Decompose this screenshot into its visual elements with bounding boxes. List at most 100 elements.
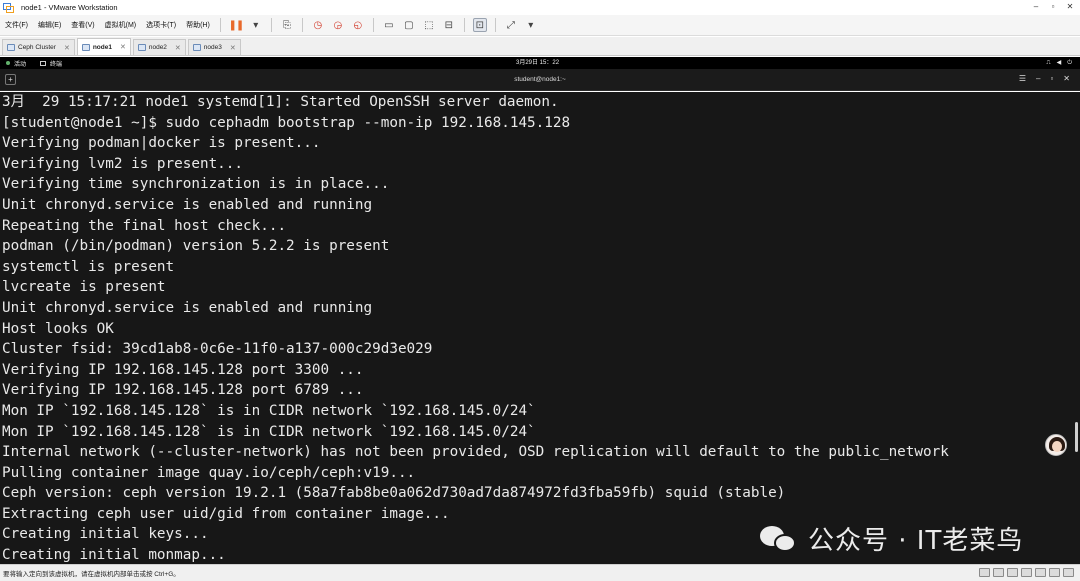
watermark: 公众号 · IT老菜鸟: [760, 520, 1023, 557]
menu-vm[interactable]: 虚拟机(M): [100, 20, 142, 30]
vm-icon: [7, 44, 15, 51]
close-icon[interactable]: ✕: [1063, 74, 1070, 83]
close-tab-icon[interactable]: ✕: [175, 44, 181, 52]
terminal-line: Mon IP `192.168.145.128` is in CIDR netw…: [2, 402, 536, 419]
app-menu-terminal[interactable]: 终端: [40, 59, 62, 68]
close-tab-icon[interactable]: ✕: [230, 44, 236, 52]
terminal-window-controls: ☰ – ▫ ✕: [1009, 74, 1070, 83]
terminal-line: 3月 29 15:17:21 node1 systemd[1]: Started…: [2, 94, 559, 110]
activities-button[interactable]: 活动: [6, 59, 26, 68]
new-tab-icon[interactable]: +: [5, 74, 16, 85]
pause-vm-icon[interactable]: ❚❚: [228, 18, 244, 32]
terminal-app-icon: [40, 60, 47, 66]
activities-label: 活动: [14, 61, 27, 68]
status-bar: 要将输入定向到该虚拟机，请在虚拟机内部单击或按 Ctrl+G。: [0, 564, 1080, 581]
close-tab-icon[interactable]: ✕: [120, 43, 126, 51]
terminal-line: lvcreate is present: [2, 279, 166, 296]
network-icon: ⎍: [1046, 60, 1051, 66]
menu-tabs[interactable]: 选项卡(T): [141, 20, 181, 30]
terminal-line: Verifying IP 192.168.145.128 port 3300 .…: [2, 361, 364, 378]
tab-label: node3: [203, 44, 222, 51]
maximize-button[interactable]: ▫: [1047, 1, 1059, 13]
hamburger-menu-icon[interactable]: ☰: [1019, 74, 1026, 83]
terminal-line: systemctl is present: [2, 258, 175, 275]
toolbar-divider: [270, 18, 272, 32]
terminal-output[interactable]: 3月 29 15:17:21 node1 systemd[1]: Started…: [0, 92, 1080, 564]
terminal-line: Cluster fsid: 39cd1ab8-0c6e-11f0-a137-00…: [2, 341, 433, 358]
stretch-guest-icon[interactable]: ⤢: [504, 18, 518, 32]
terminal-line: podman (/bin/podman) version 5.2.2 is pr…: [2, 238, 390, 255]
terminal-line: Unit chronyd.service is enabled and runn…: [2, 299, 373, 316]
terminal-line: Verifying podman|docker is present...: [2, 135, 321, 152]
tab-node2[interactable]: node2 ✕: [132, 39, 186, 55]
terminal-line: Verifying IP 192.168.145.128 port 6789 .…: [2, 382, 364, 399]
hard-disk-icon[interactable]: [979, 568, 990, 577]
tab-node3[interactable]: node3 ✕: [187, 39, 241, 55]
tab-label: Ceph Cluster: [18, 44, 56, 51]
window-title: node1 - VMware Workstation: [21, 3, 118, 12]
send-ctrl-alt-del-icon[interactable]: ⎘: [280, 18, 294, 32]
sound-card-icon[interactable]: [1035, 568, 1046, 577]
tab-label: node1: [92, 43, 112, 51]
terminal-line: Ceph version: ceph version 19.2.1 (58a7f…: [2, 485, 786, 502]
cd-drive-icon[interactable]: [993, 568, 1004, 577]
watermark-text: 公众号 · IT老菜鸟: [808, 526, 1024, 556]
console-view-icon[interactable]: ⊡: [472, 18, 487, 32]
menu-toolbar: 文件(F) 编辑(E) 查看(V) 虚拟机(M) 选项卡(T) 帮助(H) ❚❚…: [0, 15, 1080, 36]
unity-icon[interactable]: ⊟: [442, 18, 456, 32]
usb-icon[interactable]: [1021, 568, 1032, 577]
vm-icon: [192, 44, 201, 51]
window-titlebar: node1 - VMware Workstation – ▫ ✕: [0, 0, 1080, 15]
terminal-line: Unit chronyd.service is enabled and runn…: [2, 196, 373, 213]
guest-clock[interactable]: 3月29日 15：22: [516, 57, 559, 69]
volume-icon: ◀: [1056, 60, 1062, 66]
app-menu-label: 终端: [50, 61, 63, 68]
tab-node1[interactable]: node1 ✕: [76, 38, 131, 55]
thumbnail-view-icon[interactable]: ▢: [402, 18, 416, 32]
terminal-line: Verifying lvm2 is present...: [2, 155, 244, 172]
window-controls: – ▫ ✕: [1025, 1, 1076, 13]
activities-indicator-icon: [6, 61, 10, 65]
minimize-icon[interactable]: –: [1036, 74, 1040, 83]
message-log-icon[interactable]: [1063, 568, 1074, 577]
dropdown-chevron-icon[interactable]: ▾: [249, 18, 263, 32]
terminal-line: Host looks OK: [2, 320, 114, 337]
vmware-logo-icon: [3, 2, 15, 13]
toolbar-divider: [494, 18, 496, 32]
toolbar-divider: [219, 18, 221, 32]
toolbar-divider: [301, 18, 303, 32]
terminal-line: Mon IP `192.168.145.128` is in CIDR netw…: [2, 423, 536, 440]
menu-help[interactable]: 帮助(H): [181, 20, 215, 30]
tab-ceph-cluster[interactable]: Ceph Cluster ✕: [2, 39, 75, 55]
close-button[interactable]: ✕: [1064, 1, 1076, 13]
vm-tab-bar: Ceph Cluster ✕ node1 ✕ node2 ✕ node3 ✕: [0, 37, 1080, 56]
revert-snapshot-icon[interactable]: ◶: [331, 18, 345, 32]
terminal-line: Pulling container image quay.io/ceph/cep…: [2, 464, 416, 481]
snapshot-icon[interactable]: ◷: [311, 18, 325, 32]
snapshot-manager-icon[interactable]: ◵: [351, 18, 365, 32]
vm-icon: [81, 43, 90, 51]
menu-file[interactable]: 文件(F): [0, 20, 33, 30]
terminal-line: [student@node1 ~]$ sudo cephadm bootstra…: [2, 114, 571, 131]
status-text: 要将输入定向到该虚拟机，请在虚拟机内部单击或按 Ctrl+G。: [3, 571, 180, 578]
terminal-scrollbar[interactable]: [1075, 422, 1078, 452]
minimize-button[interactable]: –: [1030, 1, 1042, 13]
fullscreen-icon[interactable]: ⬚: [422, 18, 436, 32]
menu-edit[interactable]: 编辑(E): [33, 20, 66, 30]
dropdown-chevron-icon[interactable]: ▾: [524, 18, 538, 32]
network-adapter-icon[interactable]: [1007, 568, 1018, 577]
system-tray[interactable]: ⎍ ◀ ⏻: [1040, 57, 1072, 69]
wechat-logo-icon: [760, 524, 798, 554]
toolbar-divider: [463, 18, 465, 32]
maximize-icon[interactable]: ▫: [1050, 74, 1053, 83]
device-status-icons: [976, 568, 1074, 577]
library-view-icon[interactable]: ▭: [382, 18, 396, 32]
tab-label: node2: [148, 44, 167, 51]
vm-icon: [137, 44, 146, 51]
close-tab-icon[interactable]: ✕: [64, 44, 70, 52]
avatar[interactable]: [1045, 434, 1067, 456]
terminal-line: Internal network (--cluster-network) has…: [2, 444, 949, 461]
display-icon[interactable]: [1049, 568, 1060, 577]
power-icon: ⏻: [1067, 60, 1072, 66]
menu-view[interactable]: 查看(V): [66, 20, 99, 30]
